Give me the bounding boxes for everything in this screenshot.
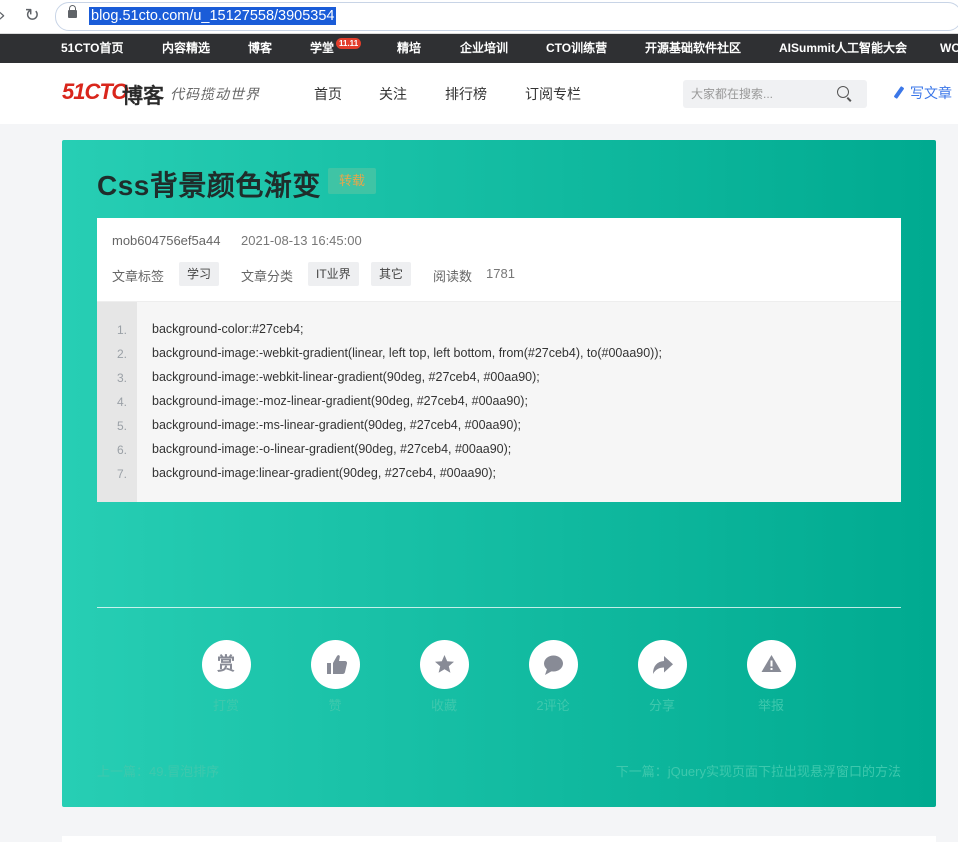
- content-divider: [97, 607, 901, 608]
- code-line: background-image:-o-linear-gradient(90de…: [152, 442, 512, 456]
- header-nav-ranking[interactable]: 排行榜: [445, 84, 487, 104]
- share-button[interactable]: 分享: [627, 640, 697, 714]
- line-number: 7.: [116, 467, 127, 481]
- search-icon[interactable]: [837, 86, 849, 98]
- topnav-item-featured[interactable]: 内容精选: [162, 34, 210, 63]
- line-number: 5.: [116, 419, 127, 433]
- comment-icon: [528, 640, 578, 689]
- article-card: Css背景颜色渐变 转载 mob604756ef5a44 2021-08-13 …: [62, 140, 936, 807]
- next-section-edge: [62, 836, 936, 842]
- search-box: [683, 80, 867, 108]
- forward-icon[interactable]: ›: [0, 6, 12, 26]
- prev-article-link[interactable]: 上一篇：49.冒泡排序: [97, 761, 219, 780]
- topnav-item-wot[interactable]: WOT: [940, 34, 958, 63]
- line-number: 3.: [116, 371, 127, 385]
- like-label: 赞: [328, 698, 342, 713]
- code-line: background-image:-webkit-linear-gradient…: [152, 370, 540, 384]
- article-info: mob604756ef5a44 2021-08-13 16:45:00 文章标签…: [97, 218, 901, 301]
- read-count: 1781: [486, 266, 515, 281]
- code-line: background-image:-webkit-gradient(linear…: [152, 346, 662, 360]
- line-number-gutter: 1. 2. 3. 4. 5. 6. 7.: [97, 302, 137, 502]
- collect-label: 收藏: [430, 698, 457, 713]
- write-article-button[interactable]: 写文章: [893, 83, 952, 103]
- share-icon: [637, 640, 687, 689]
- topnav-item-enterprise[interactable]: 企业培训: [460, 34, 508, 63]
- topnav-item-cto-camp[interactable]: CTO训练营: [546, 34, 607, 63]
- read-count-label: 阅读数: [433, 269, 473, 284]
- header-nav-follow[interactable]: 关注: [379, 84, 407, 104]
- sale-badge: 11.11: [336, 38, 362, 49]
- url-field[interactable]: blog.51cto.com/u_15127558/3905354: [55, 2, 958, 31]
- reload-icon[interactable]: ↻: [22, 6, 42, 26]
- repost-badge: 转载: [328, 168, 377, 194]
- warning-icon: [746, 640, 796, 689]
- tag-label: 文章标签: [112, 269, 165, 284]
- code-line: background-image:-moz-linear-gradient(90…: [152, 394, 528, 408]
- topnav-item-aisummit[interactable]: AISummit人工智能大会: [779, 34, 907, 63]
- next-article-link[interactable]: 下一篇：jQuery实现页面下拉出现悬浮窗口的方法: [616, 761, 901, 780]
- like-button[interactable]: 赞: [300, 640, 370, 714]
- topnav-item-academy[interactable]: 学堂: [310, 34, 334, 63]
- reward-icon: 赏: [201, 640, 251, 689]
- category-it[interactable]: IT业界: [308, 262, 359, 286]
- comment-label: 2评论: [536, 698, 570, 713]
- publish-time: 2021-08-13 16:45:00: [241, 233, 362, 248]
- logo-blog[interactable]: 博客: [122, 80, 164, 110]
- url-text[interactable]: blog.51cto.com/u_15127558/3905354: [89, 7, 337, 25]
- share-label: 分享: [648, 698, 675, 713]
- code-line: background-color:#27ceb4;: [152, 322, 304, 336]
- line-number: 2.: [116, 347, 127, 361]
- header-nav-home[interactable]: 首页: [314, 84, 342, 104]
- thumbs-up-icon: [310, 640, 360, 689]
- code-line: background-image:linear-gradient(90deg, …: [152, 466, 496, 480]
- topnav-item-training[interactable]: 精培: [397, 34, 421, 63]
- top-nav: 51CTO首页 内容精选 博客 学堂 11.11 精培 企业培训 CTO训练营 …: [0, 34, 958, 63]
- reward-label: 打赏: [212, 698, 239, 713]
- star-icon: [419, 640, 469, 689]
- code-line: background-image:-ms-linear-gradient(90d…: [152, 418, 521, 432]
- line-number: 6.: [116, 443, 127, 457]
- logo-slogan: 代码揽动世界: [170, 87, 260, 103]
- browser-address-bar: › ↻ blog.51cto.com/u_15127558/3905354: [0, 0, 958, 34]
- report-label: 举报: [757, 698, 784, 713]
- category-other[interactable]: 其它: [371, 262, 412, 286]
- report-button[interactable]: 举报: [736, 640, 806, 714]
- topnav-item-home[interactable]: 51CTO首页: [61, 34, 123, 63]
- collect-button[interactable]: 收藏: [409, 640, 479, 714]
- header-nav-subscribe[interactable]: 订阅专栏: [525, 84, 581, 104]
- author-name[interactable]: mob604756ef5a44: [112, 233, 220, 248]
- reward-button[interactable]: 赏 打赏: [191, 640, 261, 714]
- search-input[interactable]: [691, 85, 831, 103]
- logo-51cto[interactable]: 51CTO: [62, 79, 129, 105]
- article-title: Css背景颜色渐变: [97, 170, 321, 201]
- lock-icon: [68, 5, 77, 18]
- line-number: 1.: [116, 323, 127, 337]
- site-header: 51CTO 博客 代码揽动世界 首页 关注 排行榜 订阅专栏 写文章: [0, 63, 958, 124]
- pen-icon: [893, 86, 905, 100]
- reward-glyph: 赏: [217, 654, 235, 674]
- code-block: 1. 2. 3. 4. 5. 6. 7. background-color:#2…: [97, 301, 901, 502]
- tag-study[interactable]: 学习: [179, 262, 220, 286]
- line-number: 4.: [116, 395, 127, 409]
- write-article-label: 写文章: [910, 85, 952, 101]
- category-label: 文章分类: [241, 269, 294, 284]
- topnav-item-blog[interactable]: 博客: [248, 34, 272, 63]
- topnav-item-opensource[interactable]: 开源基础软件社区: [645, 34, 741, 63]
- comment-button[interactable]: 2评论: [518, 640, 588, 714]
